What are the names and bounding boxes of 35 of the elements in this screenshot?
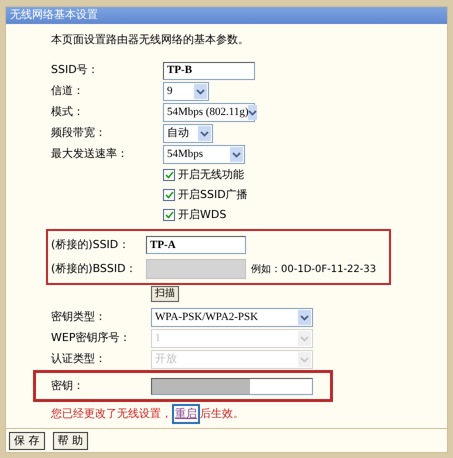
restart-link[interactable]: 重启 — [172, 404, 200, 424]
field-label: 信道： — [51, 83, 85, 100]
bridged-ssid-input[interactable]: TP-A — [146, 236, 246, 254]
form-button[interactable]: 帮 助 — [52, 432, 88, 450]
window-title: 无线网络基本设置 — [6, 7, 447, 24]
dropdown-select[interactable]: 自动 — [163, 124, 213, 143]
example-hint: 例如：00-1D-0F-11-22-33 — [251, 262, 376, 276]
form-button[interactable]: 保 存 — [9, 432, 44, 450]
field-label: (桥接的)BSSID： — [51, 260, 138, 277]
checkbox[interactable] — [163, 209, 175, 221]
notice-text: 后生效。 — [200, 406, 244, 422]
checkbox[interactable] — [163, 189, 175, 201]
checkbox-label: 开启WDS — [178, 206, 226, 223]
field-label: 密钥： — [51, 378, 85, 394]
field-label: 认证类型： — [51, 351, 107, 368]
scan-button[interactable]: 扫描 — [151, 286, 179, 302]
field-label: 密钥类型： — [51, 309, 107, 326]
checkbox-label: 开启无线功能 — [178, 166, 244, 183]
dropdown-select[interactable]: WPA-PSK/WPA2-PSK — [151, 308, 313, 327]
field-label: 最大发送速率： — [51, 146, 129, 162]
dropdown-select[interactable]: 9 — [163, 82, 209, 101]
key-input[interactable] — [151, 378, 313, 394]
dropdown-select[interactable]: 54Mbps — [163, 145, 245, 164]
checkbox[interactable] — [163, 169, 175, 181]
intro-text: 本页面设置路由器无线网络的基本参数。 — [51, 32, 250, 48]
field-label: WEP密钥序号： — [51, 330, 132, 346]
field-label: 模式： — [51, 104, 85, 120]
dropdown-select[interactable]: 54Mbps (802.11g) — [163, 103, 255, 122]
notice-text: 您已经更改了无线设置， — [51, 406, 172, 422]
bssid-input[interactable] — [146, 259, 246, 279]
field-label: SSID号： — [51, 62, 100, 78]
checkbox-label: 开启SSID广播 — [178, 186, 248, 203]
field-label: 频段带宽： — [51, 125, 107, 142]
ssid-input[interactable]: TP-B — [163, 62, 255, 80]
field-label: (桥接的)SSID： — [51, 236, 130, 253]
